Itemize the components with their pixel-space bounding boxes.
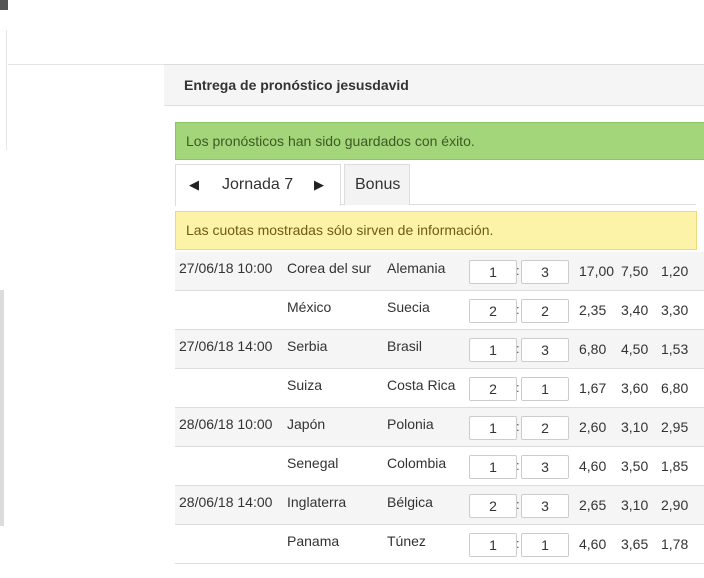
table-row: 27/06/18 14:00 Serbia Brasil 1:3 6,80 4,50 1,5… <box>175 330 704 369</box>
odd-home-win: 4,60 <box>579 458 607 474</box>
away-score-input[interactable]: 3 <box>521 338 569 362</box>
home-score-input[interactable]: 2 <box>469 377 517 401</box>
away-team: Túnez <box>387 533 426 549</box>
away-score-input[interactable]: 1 <box>521 377 569 401</box>
left-top-divider <box>8 64 164 65</box>
success-alert: Los pronósticos han sido guardados con é… <box>175 122 704 160</box>
away-score-input[interactable]: 2 <box>521 416 569 440</box>
jornada-label: Jornada 7 <box>222 176 294 193</box>
odd-away-win: 6,80 <box>661 380 689 396</box>
match-datetime: 27/06/18 14:00 <box>179 338 273 354</box>
home-score-input[interactable]: 1 <box>469 533 517 557</box>
away-team: Bélgica <box>387 494 433 510</box>
odd-draw: 3,40 <box>621 302 649 318</box>
odd-home-win: 17,00 <box>579 263 615 279</box>
prev-round-arrow-icon[interactable]: ◀ <box>189 177 199 193</box>
score-separator: : <box>516 263 520 278</box>
table-row: 28/06/18 10:00 Japón Polonia 1:2 2,60 3,10 2,9… <box>175 408 704 447</box>
tab-jornada[interactable]: ◀ Jornada 7 ▶ <box>175 164 341 206</box>
odd-away-win: 1,78 <box>661 536 689 552</box>
forecast-panel: Entrega de pronóstico jesusdavid Los pro… <box>164 64 704 578</box>
odd-draw: 3,65 <box>621 536 649 552</box>
odd-away-win: 1,85 <box>661 458 689 474</box>
home-team: Japón <box>287 416 326 432</box>
odd-home-win: 2,65 <box>579 497 607 513</box>
match-datetime: 28/06/18 10:00 <box>179 416 273 432</box>
window-corner-mark <box>0 0 8 10</box>
odd-draw: 3,60 <box>621 380 649 396</box>
odd-draw: 7,50 <box>621 263 649 279</box>
home-score-input[interactable]: 1 <box>469 455 517 479</box>
odd-draw: 4,50 <box>621 341 649 357</box>
match-datetime: 27/06/18 10:00 <box>179 260 273 276</box>
home-team: Panama <box>287 533 340 549</box>
table-row: Panama Túnez 1:1 4,60 3,65 1,78 <box>175 525 704 564</box>
away-team: Suecia <box>387 299 430 315</box>
left-divider <box>6 30 7 150</box>
score-separator: : <box>516 380 520 395</box>
tab-bar: ◀ Jornada 7 ▶ Bonus <box>175 164 696 206</box>
away-team: Alemania <box>387 260 446 276</box>
away-score-input[interactable]: 2 <box>521 299 569 323</box>
odd-home-win: 4,60 <box>579 536 607 552</box>
home-team: Senegal <box>287 455 339 471</box>
table-row: Senegal Colombia 1:3 4,60 3,50 1,85 <box>175 447 704 486</box>
tab-bonus[interactable]: Bonus <box>344 164 410 205</box>
home-score-input[interactable]: 1 <box>469 260 517 284</box>
odd-away-win: 3,30 <box>661 302 689 318</box>
home-team: Inglaterra <box>287 494 347 510</box>
odd-away-win: 1,53 <box>661 341 689 357</box>
away-team: Costa Rica <box>387 377 456 393</box>
home-team: Serbia <box>287 338 328 354</box>
bonus-label: Bonus <box>355 176 401 193</box>
odd-home-win: 2,35 <box>579 302 607 318</box>
away-score-input[interactable]: 1 <box>521 533 569 557</box>
score-separator: : <box>516 419 520 434</box>
away-score-input[interactable]: 3 <box>521 494 569 518</box>
match-datetime: 28/06/18 14:00 <box>179 494 273 510</box>
score-separator: : <box>516 458 520 473</box>
odd-draw: 3,10 <box>621 419 649 435</box>
home-score-input[interactable]: 1 <box>469 416 517 440</box>
odd-home-win: 1,67 <box>579 380 607 396</box>
warning-alert: Las cuotas mostradas sólo sirven de info… <box>175 211 697 250</box>
score-separator: : <box>516 302 520 317</box>
home-team: Suiza <box>287 377 323 393</box>
home-team: Corea del sur <box>287 260 372 276</box>
odd-away-win: 2,95 <box>661 419 689 435</box>
odd-home-win: 2,60 <box>579 419 607 435</box>
odd-away-win: 2,90 <box>661 497 689 513</box>
score-separator: : <box>516 536 520 551</box>
home-score-input[interactable]: 1 <box>469 338 517 362</box>
panel-heading: Entrega de pronóstico jesusdavid <box>164 64 704 106</box>
score-separator: : <box>516 341 520 356</box>
next-round-arrow-icon[interactable]: ▶ <box>314 177 324 193</box>
away-score-input[interactable]: 3 <box>521 455 569 479</box>
odd-away-win: 1,20 <box>661 263 689 279</box>
away-team: Polonia <box>387 416 434 432</box>
home-score-input[interactable]: 2 <box>469 494 517 518</box>
left-scrollbar-track[interactable] <box>0 290 4 526</box>
table-row: 28/06/18 14:00 Inglaterra Bélgica 2:3 2,65 3,… <box>175 486 704 525</box>
home-team: México <box>287 299 332 315</box>
score-separator: : <box>516 497 520 512</box>
away-team: Colombia <box>387 455 447 471</box>
table-row: México Suecia 2:2 2,35 3,40 3,30 <box>175 291 704 330</box>
page-title: Entrega de pronóstico jesusdavid <box>184 77 409 93</box>
home-score-input[interactable]: 2 <box>469 299 517 323</box>
table-row: Suiza Costa Rica 2:1 1,67 3,60 6,80 <box>175 369 704 408</box>
odd-home-win: 6,80 <box>579 341 607 357</box>
away-score-input[interactable]: 3 <box>521 260 569 284</box>
odd-draw: 3,50 <box>621 458 649 474</box>
odd-draw: 3,10 <box>621 497 649 513</box>
away-team: Brasil <box>387 338 423 354</box>
table-row: 27/06/18 10:00 Corea del sur Alemania 1:3 17… <box>175 252 704 291</box>
